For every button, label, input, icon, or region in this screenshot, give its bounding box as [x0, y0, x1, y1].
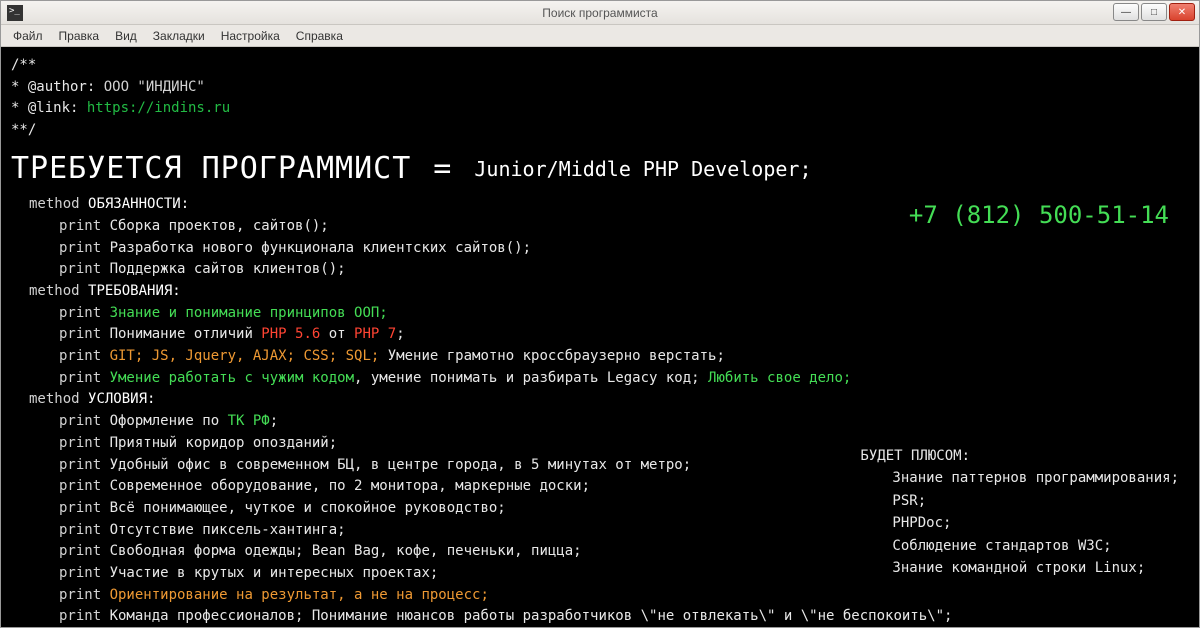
- menu-file[interactable]: Файл: [5, 27, 51, 45]
- plus-title: БУДЕТ ПЛЮСОМ:: [860, 445, 1179, 467]
- maximize-button[interactable]: □: [1141, 3, 1167, 21]
- plus-3: PHPDoc;: [860, 512, 1179, 534]
- terminal-body[interactable]: /** * @author: ООО "ИНДИНС" * @link: htt…: [1, 47, 1199, 627]
- req-1: print Знание и понимание принципов ООП;: [11, 303, 1189, 325]
- section-conditions: method УСЛОВИЯ:: [11, 389, 1189, 411]
- duty-2: print Разработка нового функционала клие…: [11, 238, 1189, 260]
- cond-10: print Команда профессионалов; Понимание …: [11, 606, 1189, 627]
- menu-settings[interactable]: Настройка: [213, 27, 288, 45]
- terminal-window: Поиск программиста — □ ✕ Файл Правка Вид…: [0, 0, 1200, 628]
- plus-4: Соблюдение стандартов W3C;: [860, 535, 1179, 557]
- menu-help[interactable]: Справка: [288, 27, 351, 45]
- req-2: print Понимание отличий PHP 5.6 от PHP 7…: [11, 324, 1189, 346]
- comment-open: /**: [11, 55, 1189, 77]
- plus-1: Знание паттернов программирования;: [860, 467, 1179, 489]
- req-3: print GIT; JS, Jquery, AJAX; CSS; SQL; У…: [11, 346, 1189, 368]
- headline-equals: =: [433, 146, 452, 193]
- minimize-button[interactable]: —: [1113, 3, 1139, 21]
- headline-row: ТРЕБУЕТСЯ ПРОГРАММИСТ = Junior/Middle PH…: [11, 146, 1189, 193]
- phone-number: +7 (812) 500-51-14: [909, 197, 1169, 234]
- plus-5: Знание командной строки Linux;: [860, 557, 1179, 579]
- menu-edit[interactable]: Правка: [51, 27, 108, 45]
- author-value: ООО "ИНДИНС": [104, 79, 205, 95]
- terminal-icon: [7, 5, 23, 21]
- headline-left: ТРЕБУЕТСЯ ПРОГРАММИСТ: [11, 146, 411, 193]
- close-button[interactable]: ✕: [1169, 3, 1195, 21]
- section-requirements: method ТРЕБОВАНИЯ:: [11, 281, 1189, 303]
- window-title: Поиск программиста: [542, 6, 657, 20]
- plus-2: PSR;: [860, 490, 1179, 512]
- comment-link-line: * @link: https://indins.ru: [11, 98, 1189, 120]
- req-4: print Умение работать с чужим кодом, уме…: [11, 368, 1189, 390]
- link-value: https://indins.ru: [87, 100, 230, 116]
- menu-view[interactable]: Вид: [107, 27, 145, 45]
- cond-9: print Ориентирование на результат, а не …: [11, 585, 1189, 607]
- cond-1: print Оформление по ТК РФ;: [11, 411, 1189, 433]
- comment-close: **/: [11, 120, 1189, 142]
- plus-block: БУДЕТ ПЛЮСОМ: Знание паттернов программи…: [860, 445, 1179, 579]
- window-controls: — □ ✕: [1113, 3, 1195, 21]
- duty-3: print Поддержка сайтов клиентов();: [11, 259, 1189, 281]
- comment-author-line: * @author: ООО "ИНДИНС": [11, 77, 1189, 99]
- menubar: Файл Правка Вид Закладки Настройка Справ…: [1, 25, 1199, 47]
- role-text: Junior/Middle PHP Developer;: [474, 154, 811, 185]
- menu-bookmarks[interactable]: Закладки: [145, 27, 213, 45]
- titlebar: Поиск программиста — □ ✕: [1, 1, 1199, 25]
